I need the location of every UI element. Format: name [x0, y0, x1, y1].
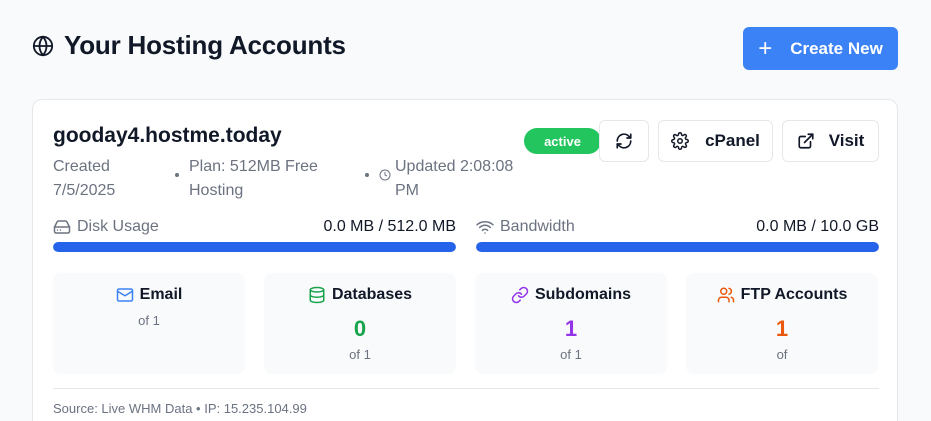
hard-drive-icon [53, 220, 71, 234]
plan-text: Plan: 512MB Free Hosting [189, 158, 318, 199]
account-domain: gooday4.hostme.today [53, 124, 282, 147]
link-icon [511, 286, 529, 304]
subdomains-stat-value: 1 [564, 316, 578, 341]
databases-stat-value: 0 [353, 316, 367, 341]
card-divider [53, 388, 879, 389]
cpanel-button[interactable]: cPanel [658, 120, 773, 162]
visit-button[interactable]: Visit [782, 120, 879, 162]
bandwidth-label: Bandwidth [500, 218, 575, 235]
mail-icon [116, 288, 133, 302]
updated-info: Updated 2:08:08 PM [363, 155, 533, 203]
plan-info: Plan: 512MB Free Hosting [173, 155, 333, 203]
create-new-label: Create New [790, 38, 883, 58]
disk-usage-fill [53, 242, 456, 252]
disk-usage-value: 0.0 MB / 512.0 MB [323, 218, 456, 235]
ftp-accounts-stat-sub: of [776, 347, 788, 362]
refresh-button[interactable] [599, 120, 649, 162]
wifi-icon [476, 221, 494, 234]
users-icon [717, 287, 734, 303]
cpanel-label: cPanel [705, 131, 760, 150]
email-stat: Email of 1 [53, 273, 245, 374]
disk-usage-label: Disk Usage [77, 218, 159, 235]
bandwidth-fill [476, 242, 879, 252]
disk-usage-bar [53, 242, 456, 252]
ftp-accounts-stat-value: 1 [775, 316, 789, 341]
external-link-icon [798, 133, 814, 149]
bandwidth-bar [476, 242, 879, 252]
ftp-accounts-stat: FTP Accounts 1 of [686, 273, 878, 374]
bandwidth-label-group: Bandwidth [476, 218, 575, 236]
page-title: Your Hosting Accounts [64, 30, 346, 60]
create-new-button[interactable]: + Create New [743, 27, 898, 70]
disk-usage: Disk Usage 0.0 MB / 512.0 MB [53, 218, 456, 252]
visit-label: Visit [828, 131, 865, 150]
disk-usage-label-group: Disk Usage [53, 218, 159, 236]
separator-dot [175, 173, 179, 177]
databases-stat-sub: of 1 [349, 347, 371, 362]
database-icon [309, 286, 325, 304]
page-header: Your Hosting Accounts + Create New [32, 26, 898, 70]
separator-dot [365, 173, 369, 177]
plus-icon: + [758, 34, 773, 62]
title-group: Your Hosting Accounts [32, 30, 346, 61]
gear-icon [671, 132, 690, 150]
clock-icon [379, 169, 391, 181]
ftp-accounts-stat-label: FTP Accounts [740, 286, 848, 303]
email-stat-sub: of 1 [138, 313, 160, 328]
bandwidth-value: 0.0 MB / 10.0 GB [756, 218, 879, 235]
refresh-icon [616, 133, 632, 149]
hosting-account-card: gooday4.hostme.today Created 7/5/2025 Pl… [32, 99, 898, 421]
email-stat-label: Email [139, 286, 183, 303]
subdomains-stat: Subdomains 1 of 1 [475, 273, 667, 374]
bandwidth-usage: Bandwidth 0.0 MB / 10.0 GB [476, 218, 879, 252]
subdomains-stat-sub: of 1 [560, 347, 582, 362]
updated-text: Updated 2:08:08 PM [395, 158, 514, 199]
databases-stat-label: Databases [331, 286, 413, 303]
subdomains-stat-label: Subdomains [534, 286, 631, 303]
card-footer: Source: Live WHM Data • IP: 15.235.104.9… [53, 401, 307, 416]
databases-stat: Databases 0 of 1 [264, 273, 456, 374]
globe-icon [32, 34, 54, 57]
status-badge: active [524, 128, 601, 154]
created-date: Created 7/5/2025 [53, 158, 116, 199]
